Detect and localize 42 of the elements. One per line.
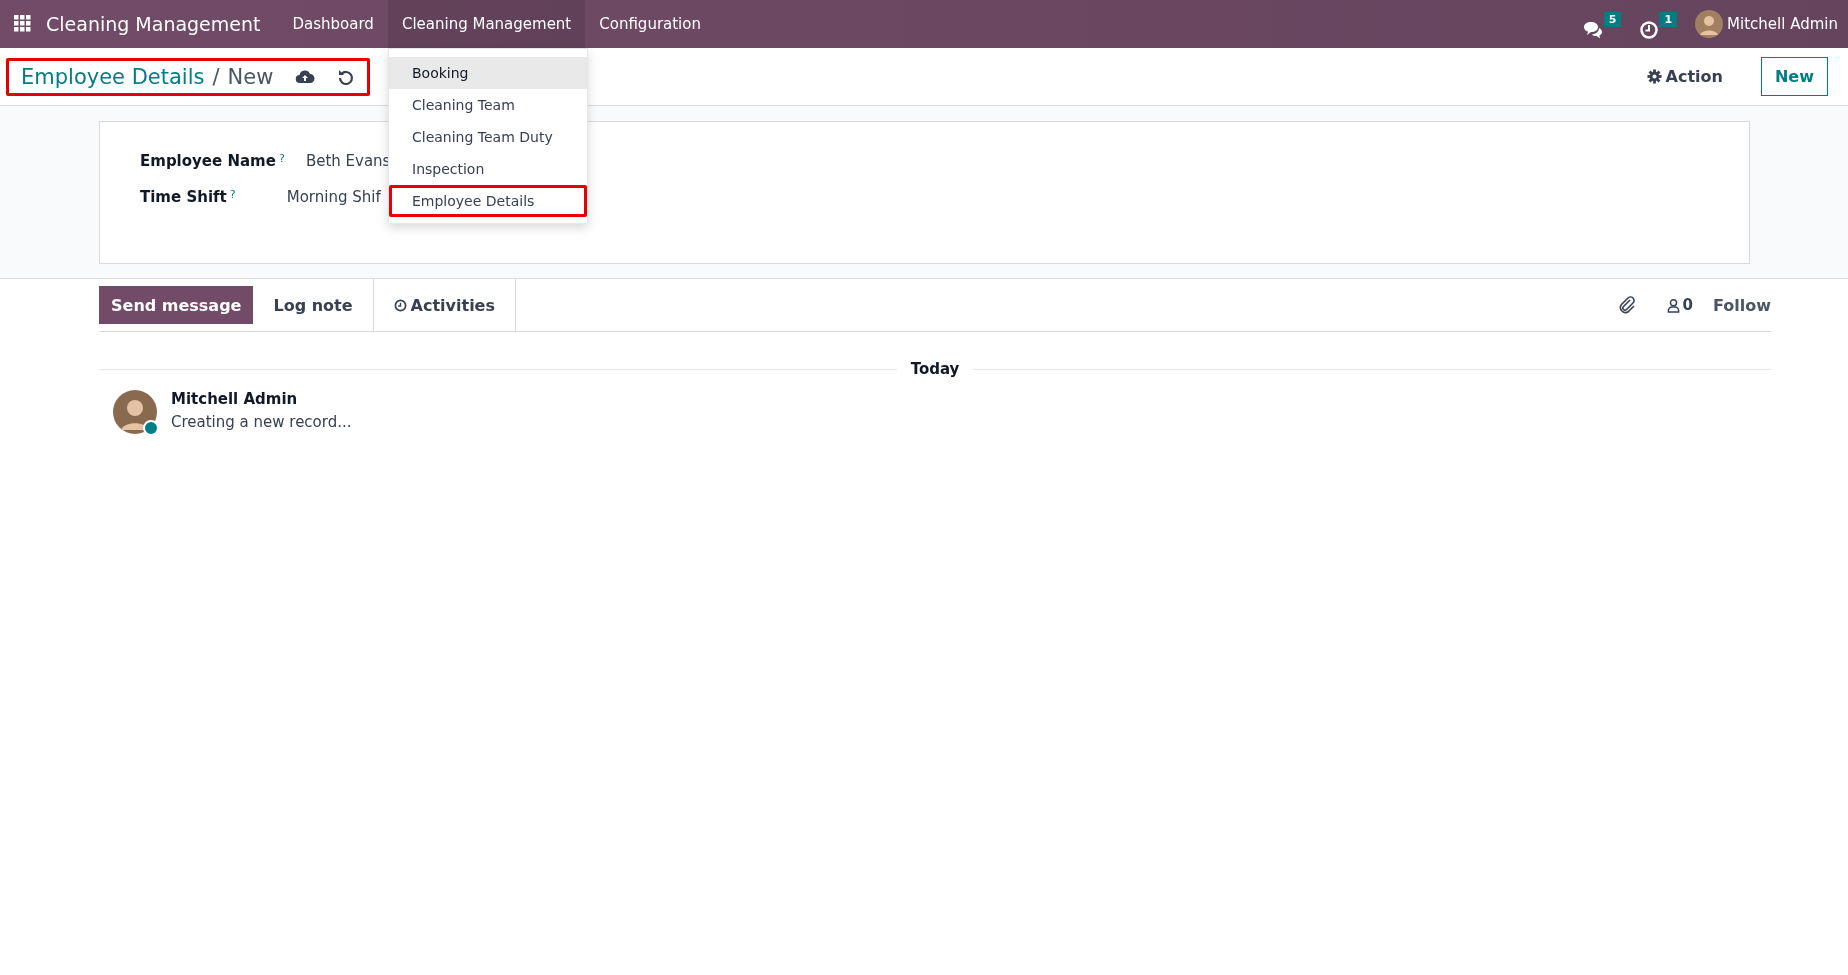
paperclip-icon[interactable] [1618,296,1635,314]
help-tooltip-mark[interactable]: ? [278,152,306,165]
help-tooltip-mark[interactable]: ? [229,188,287,201]
clock-icon[interactable] [1639,20,1660,40]
dropdown-item[interactable]: Booking [389,57,587,89]
dropdown-item[interactable]: Employee Details [389,185,587,217]
person-icon [1666,297,1680,313]
nav-menu-item[interactable]: Cleaning Management [387,0,586,48]
breadcrumb-link[interactable]: Employee Details [21,64,205,89]
undo-icon[interactable] [337,67,356,86]
cloud-upload-icon[interactable] [295,68,316,85]
apps-menu-icon[interactable] [14,15,32,33]
breadcrumb-separator: / [212,64,220,89]
chatter-tab[interactable]: Activities [372,279,516,331]
dropdown-item[interactable]: Cleaning Team Duty [389,121,587,153]
message-author: Mitchell Admin [171,390,299,408]
field-value[interactable]: Beth Evans [305,152,391,170]
avatar-icon [113,390,157,434]
avatar-icon [1695,10,1724,38]
field-label: Employee Name [140,152,276,170]
dropdown-item[interactable]: Cleaning Team [389,89,587,121]
followers-button[interactable]: 0 [1660,295,1699,315]
action-button[interactable]: Action [1640,66,1729,87]
field-label: Time Shift [140,188,227,206]
activity-count-badge: 1 [1659,12,1678,27]
clock-icon [393,298,407,312]
follow-button[interactable]: Follow [1713,295,1771,315]
field-value[interactable]: Morning Shif [286,188,381,206]
app-name[interactable]: Cleaning Management [46,13,261,35]
nav-menu-item[interactable]: Dashboard [278,0,388,48]
dropdown-item[interactable]: Inspection [389,153,587,185]
chatter-tab[interactable]: Log note [253,279,373,331]
breadcrumb-current: New [227,64,274,89]
gear-icon [1646,69,1662,84]
user-menu[interactable]: Mitchell Admin [1695,0,1848,48]
message-count-badge: 5 [1603,12,1622,27]
message-body: Creating a new record... [171,413,352,431]
new-button[interactable]: New [1760,57,1828,96]
chatter-tab[interactable]: Send message [99,286,254,324]
date-separator: Today [910,360,960,378]
chat-icon[interactable] [1581,20,1604,40]
nav-menu-item[interactable]: Configuration [585,0,715,48]
